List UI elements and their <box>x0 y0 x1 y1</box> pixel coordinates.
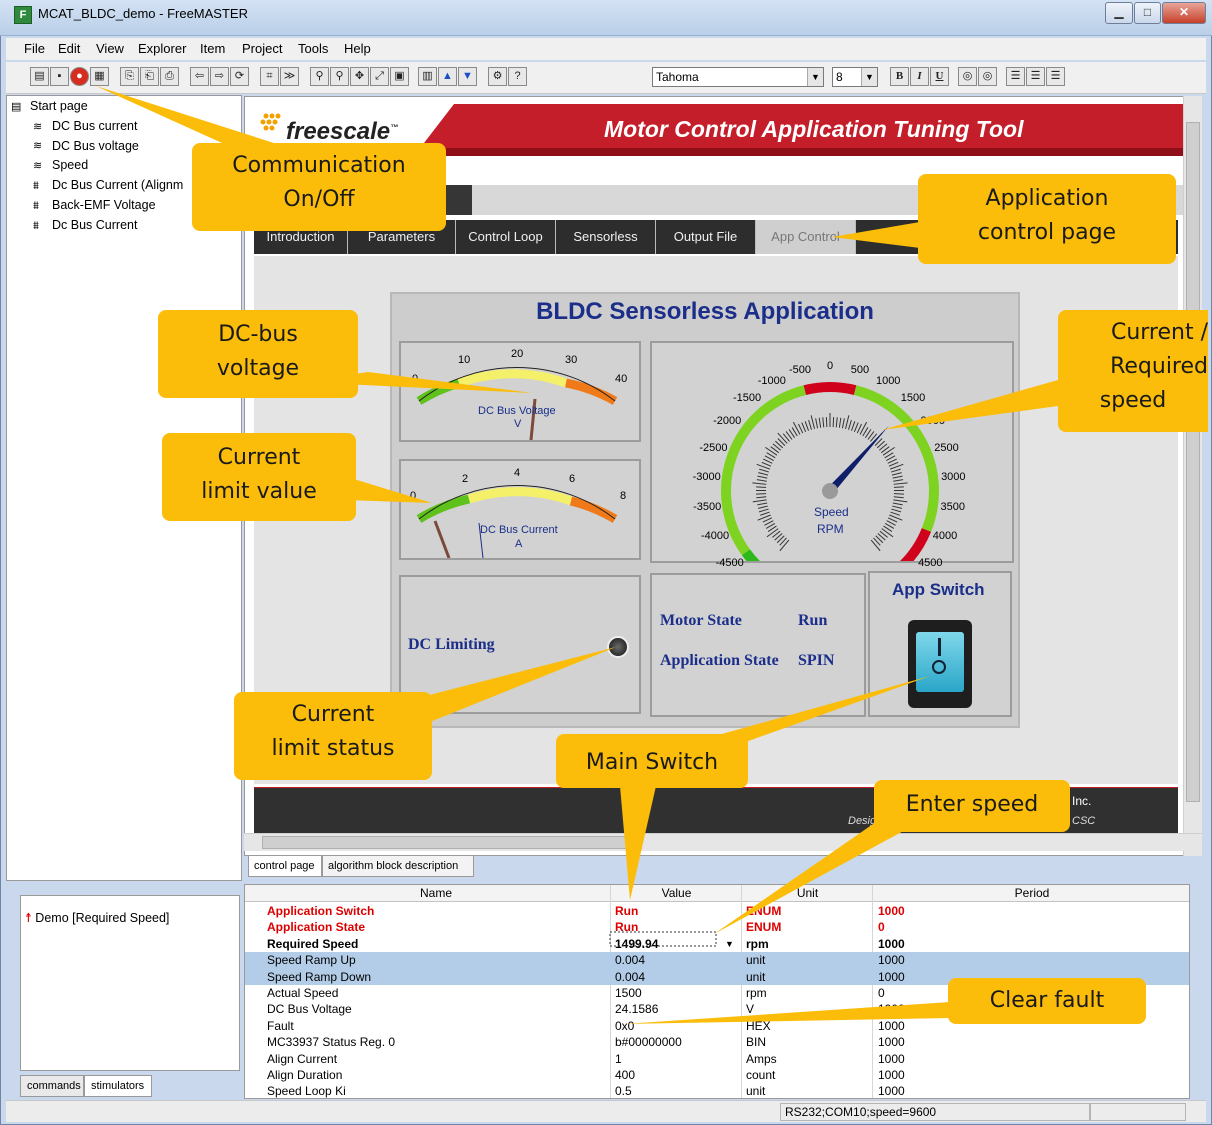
required-speed-edit-box <box>609 931 717 947</box>
callout-current-limit: Current limit value <box>162 433 356 521</box>
callout-speed: Current / Required speed <box>1058 310 1208 432</box>
callout-current-limit-line2: limit value <box>201 479 317 505</box>
pointer-main-switch-grid <box>620 786 656 900</box>
pointer-app-control <box>832 222 920 248</box>
callout-main-switch: Main Switch <box>556 734 748 788</box>
pointer-communication <box>96 86 274 143</box>
callout-dc-bus-line1: DC-bus <box>218 322 298 347</box>
callout-communication: Communication On/Off <box>192 143 446 231</box>
callout-enter-speed: Enter speed <box>874 780 1070 832</box>
callout-speed-line3: speed <box>1099 388 1167 414</box>
callout-app-control-line2: control page <box>977 220 1117 246</box>
callout-limit-status-line1: Current <box>291 702 375 727</box>
callout-speed-line2: Required <box>1110 354 1208 380</box>
callout-communication-line2: On/Off <box>283 187 355 213</box>
pointer-limit-status <box>410 647 616 730</box>
callout-speed-line1: Current / <box>1110 320 1208 345</box>
callout-current-limit-line1: Current <box>217 445 301 470</box>
callout-clear-fault: Clear fault <box>948 978 1146 1024</box>
callout-enter-speed-line1: Enter speed <box>905 792 1039 817</box>
callout-app-control: Application control page <box>918 174 1176 264</box>
pointer-speed <box>882 380 1058 430</box>
callout-dc-bus: DC-bus voltage <box>158 310 358 398</box>
callout-app-control-line1: Application <box>985 186 1109 211</box>
callout-limit-status-line2: limit status <box>271 736 395 762</box>
callout-dc-bus-line2: voltage <box>216 356 300 382</box>
pointer-current-limit <box>344 476 432 503</box>
callout-main-switch-line1: Main Switch <box>585 750 719 775</box>
pointer-enter-speed <box>714 822 920 934</box>
callout-pointers <box>96 86 1058 1024</box>
callout-limit-status: Current limit status <box>234 692 432 780</box>
callout-communication-line1: Communication <box>232 153 406 178</box>
pointer-clear-fault <box>624 1002 950 1024</box>
callout-clear-fault-line1: Clear fault <box>989 988 1105 1013</box>
